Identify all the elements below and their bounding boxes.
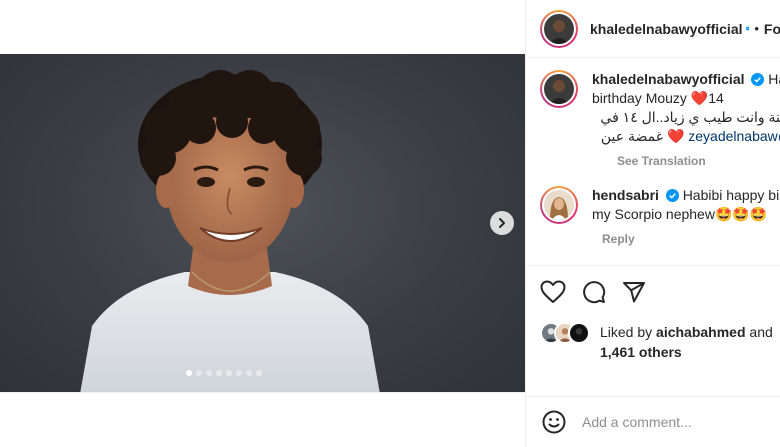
comments-section: khaledelnabawyofficial Hap birthday Mouz… (526, 58, 780, 266)
post-media[interactable] (0, 54, 525, 392)
likes-text: Liked by aichabahmed and 1,461 others (600, 322, 773, 362)
liker-avatars[interactable] (540, 322, 592, 344)
comment-item: hendsabri Habibi happy birt my Scorpio n… (540, 186, 780, 249)
carousel-dot (216, 370, 222, 376)
heart-emoji: ❤️ (690, 90, 709, 106)
caption-line4-text: غمضة عين (600, 128, 664, 144)
liked-by-user[interactable]: aichabahmed (656, 324, 745, 340)
author-avatar-image (544, 13, 574, 44)
carousel-dot (256, 370, 262, 376)
reply-button[interactable]: Reply (602, 230, 780, 249)
caption-line2: birthday Mouzy (592, 90, 687, 106)
likes-and-label: and (749, 324, 773, 340)
commenter-avatar-image (544, 190, 574, 220)
heart-emoji: ❤️ (666, 128, 685, 144)
follow-button[interactable]: Fo (764, 21, 780, 37)
add-comment-bar: Add a comment... (526, 396, 780, 447)
carousel-dot (246, 370, 252, 376)
post-header: khaledelnabawyofficial • Fo (526, 0, 780, 58)
star-struck-emojis: 🤩🤩🤩 (714, 206, 768, 222)
next-slide-button[interactable] (490, 211, 514, 235)
caption-username[interactable]: khaledelnabawyofficial (592, 71, 745, 87)
emoji-icon[interactable] (542, 410, 566, 434)
caption-avatar-image (544, 74, 574, 104)
caption-number: 14 (708, 90, 724, 106)
caption-line1: Hap (768, 71, 780, 87)
heart-icon[interactable] (540, 280, 566, 304)
liker-avatar (568, 322, 590, 344)
commenter-username[interactable]: hendsabri (592, 187, 659, 203)
comment-input[interactable]: Add a comment... (582, 414, 692, 430)
carousel-dot (226, 370, 232, 376)
comment-line2: my Scorpio nephew (592, 206, 715, 222)
caption-mention[interactable]: @zeyadelnabaw (688, 128, 780, 144)
post-actions (540, 280, 646, 304)
carousel-dot (236, 370, 242, 376)
caption: khaledelnabawyofficial Hap birthday Mouz… (540, 70, 780, 171)
comment-icon[interactable] (582, 280, 606, 304)
see-translation-link[interactable]: See Translation (617, 152, 780, 171)
header-separator: • (754, 21, 759, 36)
post-photo (80, 70, 380, 392)
media-bottom-margin (0, 392, 525, 447)
comment-text: hendsabri Habibi happy birt my Scorpio n… (592, 186, 780, 249)
verified-badge-icon (665, 189, 679, 202)
caption-text: khaledelnabawyofficial Hap birthday Mouz… (592, 70, 780, 171)
likes-others-count[interactable]: 1,461 others (600, 344, 682, 360)
chevron-right-icon (499, 218, 505, 228)
caption-avatar[interactable] (540, 70, 578, 108)
carousel-dot (196, 370, 202, 376)
verified-badge-icon (745, 26, 750, 31)
commenter-avatar[interactable] (540, 186, 578, 224)
comment-line1: Habibi happy birt (682, 187, 780, 203)
post-sidebar: khaledelnabawyofficial • Fo khaledelnaba… (525, 0, 780, 447)
caption-line3: سنة وانت طيب ي زياد..ال ١٤ في (600, 109, 780, 125)
media-top-margin (0, 0, 525, 54)
carousel-dot (206, 370, 212, 376)
carousel-dots (186, 370, 262, 376)
liked-by-label: Liked by (600, 324, 653, 340)
verified-badge-icon (751, 73, 765, 86)
share-icon[interactable] (622, 280, 646, 304)
instagram-post-view: khaledelnabawyofficial • Fo khaledelnaba… (0, 0, 780, 447)
carousel-dot (186, 370, 192, 376)
author-avatar[interactable] (540, 9, 578, 48)
likes-summary: Liked by aichabahmed and 1,461 others (540, 322, 773, 362)
header-username[interactable]: khaledelnabawyofficial (590, 21, 743, 37)
